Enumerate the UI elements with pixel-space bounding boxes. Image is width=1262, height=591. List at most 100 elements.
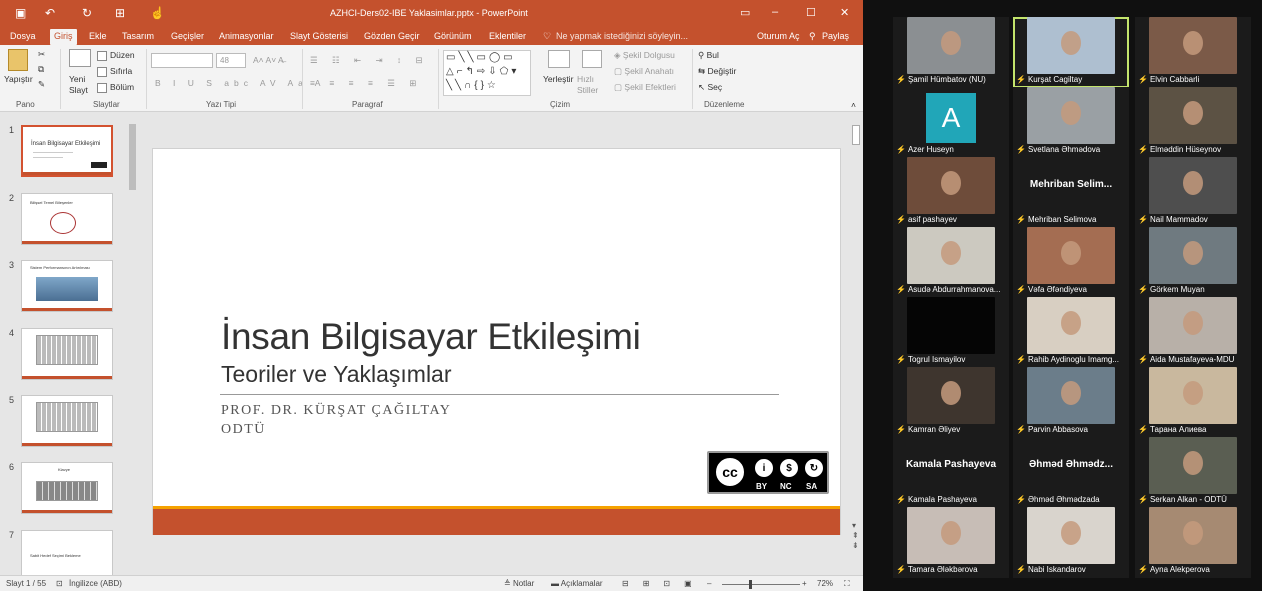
format-painter-icon[interactable]: ✎	[38, 79, 45, 90]
tab-slayt-gosterisi[interactable]: Slayt Gösterisi	[290, 30, 348, 42]
undo-icon[interactable]: ↶	[45, 6, 55, 20]
participant-tile[interactable]: ⚡ Serkan Alkan - ODTÜ	[1135, 437, 1251, 508]
participant-tile[interactable]: ⚡ Parvin Abbasova	[1013, 367, 1129, 438]
minimize-icon[interactable]: –	[772, 6, 778, 18]
slide-organization[interactable]: ODTÜ	[221, 422, 266, 438]
grow-font-icon[interactable]: A˄ A˅ A̶	[253, 55, 284, 66]
participant-tile[interactable]: ⚡ Tamara Ələkbərova	[893, 507, 1009, 578]
close-icon[interactable]: ✕	[840, 6, 849, 19]
font-size-box[interactable]: 48	[216, 53, 246, 68]
participant-tile[interactable]: ⚡ Togrul Ismayilov	[893, 297, 1009, 368]
layout-button[interactable]: Düzen	[97, 50, 135, 61]
share-button[interactable]: Paylaş	[822, 30, 849, 42]
quick-styles-button[interactable]: Hızlı Stiller	[577, 74, 605, 96]
tab-gozden-gecir[interactable]: Gözden Geçir	[364, 30, 420, 42]
font-name-box[interactable]	[151, 53, 213, 68]
slide-thumbnail[interactable]: Sabit Hedef Seçimi Bekleme	[21, 530, 113, 575]
save-icon[interactable]: ▣	[15, 6, 26, 20]
shape-outline-button[interactable]: ▢ Şekil Anahatı	[614, 66, 674, 77]
slide-thumbnail[interactable]	[21, 328, 113, 380]
participant-tile[interactable]: ⚡ Elməddin Hüseynov	[1135, 87, 1251, 158]
slide-thumbnail[interactable]: Klavye	[21, 462, 113, 514]
participant-tile[interactable]: Mehriban Selim... ⚡ Mehriban Selimova	[1013, 157, 1129, 228]
tab-tasarim[interactable]: Tasarım	[122, 30, 154, 42]
language-label[interactable]: İngilizce (ABD)	[69, 579, 122, 588]
comments-button[interactable]: ▬ Açıklamalar	[551, 579, 603, 588]
collapse-ribbon-icon[interactable]: ˄	[851, 100, 856, 111]
arrange-icon[interactable]	[548, 50, 570, 68]
next-slide-icons[interactable]: ▾ ⇞ ⇟	[852, 521, 859, 551]
zoom-slider-handle[interactable]	[749, 580, 752, 589]
participant-tile[interactable]: ⚡ Ayna Alekperova	[1135, 507, 1251, 578]
new-slide-button[interactable]: Yeni Slayt	[69, 74, 95, 96]
tab-ekle[interactable]: Ekle	[89, 30, 107, 42]
participant-tile[interactable]: ⚡ asif pashayev	[893, 157, 1009, 228]
participant-tile[interactable]: ⚡ Nail Mammadov	[1135, 157, 1251, 228]
slide-thumbnail[interactable]	[21, 395, 113, 447]
shape-effects-button[interactable]: ▢ Şekil Efektleri	[614, 82, 676, 93]
sign-in-link[interactable]: Oturum Aç	[757, 30, 800, 42]
notes-button[interactable]: ≜ Notlar	[504, 579, 534, 588]
zoom-in-icon[interactable]: +	[802, 579, 807, 588]
touch-mode-icon[interactable]: ☝	[150, 6, 165, 20]
slide-title[interactable]: İnsan Bilgisayar Etkileşimi	[221, 316, 641, 358]
zoom-level[interactable]: 72%	[817, 579, 833, 588]
participant-tile[interactable]: ⚡ Görkem Muyan	[1135, 227, 1251, 298]
copy-icon[interactable]: ⧉	[38, 64, 44, 75]
participant-tile[interactable]: ⚡ Nabi Iskandarov	[1013, 507, 1129, 578]
select-button[interactable]: ↖ Seç	[698, 82, 722, 93]
slide-thumbnail[interactable]: Bilişsel Temel Bileşenler	[21, 193, 113, 245]
section-button[interactable]: Bölüm	[97, 82, 134, 93]
thumbnail-scrollbar[interactable]	[128, 114, 137, 574]
current-slide[interactable]: İnsan Bilgisayar Etkileşimi Teoriler ve …	[152, 148, 841, 535]
redo-icon[interactable]: ↻	[82, 6, 92, 20]
participant-tile[interactable]: ⚡ Asudə Abdurrahmanova...	[893, 227, 1009, 298]
start-slideshow-icon[interactable]: ⊞	[115, 6, 125, 20]
participant-tile[interactable]: ⚡ Тарана Алиева	[1135, 367, 1251, 438]
ribbon-display-icon[interactable]: ▭	[740, 6, 750, 19]
participant-tile[interactable]: ⚡ Svetlana Əhmədova	[1013, 87, 1129, 158]
find-button[interactable]: ⚲ Bul	[698, 50, 719, 61]
participant-tile[interactable]: ⚡ Aida Mustafayeva-MDU	[1135, 297, 1251, 368]
view-icons[interactable]: ⊟⊞⊡▣	[622, 579, 706, 588]
slide-subtitle[interactable]: Teoriler ve Yaklaşımlar	[221, 361, 452, 388]
new-slide-icon[interactable]	[69, 49, 91, 67]
participant-tile[interactable]: ⚡ Rahib Aydinoglu Imamg...	[1013, 297, 1129, 368]
tab-gorunum[interactable]: Görünüm	[434, 30, 472, 42]
quick-styles-icon[interactable]	[582, 50, 602, 68]
participant-tile[interactable]: A ⚡ Azer Huseyn	[893, 87, 1009, 158]
zoom-out-icon[interactable]: –	[707, 579, 711, 588]
cut-icon[interactable]: ✂	[38, 49, 45, 60]
tab-animasyonlar[interactable]: Animasyonlar	[219, 30, 274, 42]
participant-tile[interactable]: ⚡ Kamran Əliyev	[893, 367, 1009, 438]
participant-tile[interactable]: ⚡ Elvin Cabbarli	[1135, 17, 1251, 88]
replace-button[interactable]: ⇆ Değiştir	[698, 66, 736, 77]
list-icons[interactable]: ☰ ☷ ⇤ ⇥ ↕ ⊟	[310, 55, 429, 66]
arrange-button[interactable]: Yerleştir	[543, 74, 573, 85]
tell-me-box[interactable]: Ne yapmak istediğinizi söyleyin...	[556, 30, 688, 42]
align-icons[interactable]: ≡ ≡ ≡ ≡ ☰ ⊞	[310, 78, 422, 89]
participant-tile[interactable]: Əhməd Əhmədz... ⚡ Əhməd Əhmədzada	[1013, 437, 1129, 508]
tab-dosya[interactable]: Dosya	[10, 30, 36, 42]
tab-eklentiler[interactable]: Eklentiler	[489, 30, 526, 42]
scroll-thumb[interactable]	[129, 124, 136, 190]
clipboard-icon[interactable]	[8, 49, 28, 71]
fit-window-icon[interactable]: ⛶	[844, 579, 850, 589]
shapes-gallery[interactable]: ▭╲╲▭◯▭ △⌐↰⇨⇩⬠▾ ╲╲∩{}☆	[443, 50, 531, 96]
slide-thumbnail[interactable]: İnsan Bilgisayar Etkileşimi	[21, 125, 113, 177]
shape-fill-button[interactable]: ◈ Şekil Dolgusu	[614, 50, 675, 61]
participant-tile[interactable]: ⚡ Şamil Hümbatov (NU)	[893, 17, 1009, 88]
participant-tile[interactable]: ⚡ Kurşat Cagiltay	[1013, 17, 1129, 88]
paste-button[interactable]: Yapıştır	[4, 74, 33, 85]
reset-button[interactable]: Sıfırla	[97, 66, 132, 77]
slide-scrollbar[interactable]: ▾ ⇞ ⇟	[849, 113, 863, 575]
participant-tile[interactable]: Kamala Pashayeva ⚡ Kamala Pashayeva	[893, 437, 1009, 508]
slide-thumbnail[interactable]: Sistem Performansının Artırılması	[21, 260, 113, 312]
font-format-icons[interactable]: B I U S abc AV Aa A	[155, 78, 325, 89]
zoom-slider[interactable]	[722, 584, 800, 585]
scroll-thumb[interactable]	[852, 125, 860, 145]
tab-gecisler[interactable]: Geçişler	[171, 30, 204, 42]
maximize-icon[interactable]: ☐	[806, 6, 816, 19]
spellcheck-icon[interactable]: ⊡	[56, 579, 63, 588]
participant-tile[interactable]: ⚡ Vəfa Əfəndiyeva	[1013, 227, 1129, 298]
